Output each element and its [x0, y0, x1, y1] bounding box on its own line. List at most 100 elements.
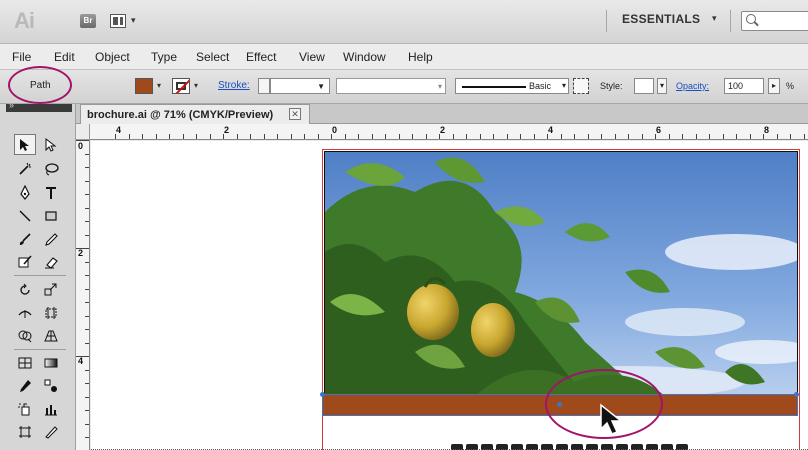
menu-type[interactable]: Type	[151, 50, 177, 64]
free-transform-icon[interactable]	[40, 302, 62, 323]
search-help-input[interactable]	[741, 11, 808, 31]
arrange-documents-icon[interactable]	[110, 14, 126, 28]
menu-help[interactable]: Help	[408, 50, 433, 64]
blob-brush-icon[interactable]	[14, 251, 36, 272]
ruler-tick	[85, 383, 89, 384]
lasso-icon[interactable]	[40, 158, 62, 179]
brush-libraries-icon[interactable]	[573, 78, 589, 94]
ruler-tick	[290, 134, 292, 139]
chevron-down-icon[interactable]: ▾	[131, 15, 136, 26]
direct-selection-icon[interactable]	[40, 134, 62, 155]
mesh-icon[interactable]	[14, 352, 36, 373]
illustrator-window: Ai Br ▾ ESSENTIALS ▾ File Edit Object Ty…	[0, 0, 808, 450]
opacity-input[interactable]: 100	[724, 78, 764, 94]
menu-window[interactable]: Window	[343, 50, 386, 64]
ruler-tick	[85, 207, 89, 209]
ruler-tick	[385, 134, 386, 139]
chevron-down-icon[interactable]: ▾	[712, 13, 717, 24]
tools-panel-header[interactable]	[6, 100, 72, 112]
go-to-bridge-button[interactable]: Br	[80, 14, 96, 28]
horizontal-ruler[interactable]: 4 2 0 2 4 6 8	[90, 124, 808, 140]
ruler-tick	[425, 134, 427, 139]
ruler-tick	[85, 423, 89, 425]
ruler-origin[interactable]	[76, 124, 90, 140]
ruler-tick	[85, 302, 89, 303]
menu-select[interactable]: Select	[196, 50, 229, 64]
variable-width-profile-select[interactable]: ▾	[336, 78, 446, 94]
ruler-tick	[371, 134, 373, 139]
close-icon[interactable]: ✕	[289, 108, 301, 120]
fill-color-swatch[interactable]	[135, 78, 153, 94]
ruler-tick	[601, 134, 602, 139]
brush-stroke-preview	[462, 86, 526, 88]
ruler-tick	[776, 134, 778, 139]
scale-icon[interactable]	[40, 279, 62, 300]
chevron-down-icon[interactable]: ▾	[157, 81, 161, 90]
gradient-icon[interactable]	[40, 352, 62, 373]
stroke-none-swatch[interactable]	[172, 78, 190, 94]
line-segment-icon[interactable]	[14, 205, 36, 226]
ruler-tick	[85, 369, 89, 371]
ruler-tick	[85, 261, 89, 263]
perspective-grid-icon[interactable]	[40, 325, 62, 346]
ruler-tick	[85, 437, 89, 438]
blend-icon[interactable]	[40, 375, 62, 396]
eyedropper-icon[interactable]	[14, 375, 36, 396]
ruler-tick	[85, 180, 89, 182]
stroke-weight-stepper[interactable]	[258, 78, 270, 94]
opacity-panel-link[interactable]: Opacity:	[676, 81, 709, 91]
menu-object[interactable]: Object	[95, 50, 130, 64]
artboard-canvas[interactable]	[91, 141, 808, 450]
menu-effect[interactable]: Effect	[246, 50, 276, 64]
ruler-label: 0	[332, 125, 338, 135]
ruler-label: 2	[78, 248, 84, 258]
rectangle-icon[interactable]	[40, 205, 62, 226]
lemon-tree-photo[interactable]	[324, 151, 798, 395]
rotate-icon[interactable]	[14, 279, 36, 300]
brush-definition-select[interactable]: Basic ▾	[455, 78, 569, 94]
slice-icon[interactable]	[40, 421, 62, 442]
application-bar: Ai Br ▾ ESSENTIALS ▾	[0, 0, 808, 44]
stroke-panel-link[interactable]: Stroke:	[218, 80, 250, 91]
graphic-style-swatch[interactable]	[634, 78, 654, 94]
column-graph-icon[interactable]	[40, 398, 62, 419]
chevron-down-icon[interactable]: ▾	[657, 78, 667, 94]
symbol-sprayer-icon[interactable]	[14, 398, 36, 419]
chevron-down-icon[interactable]: ▼	[317, 82, 325, 91]
chevron-down-icon[interactable]: ▾	[194, 81, 198, 90]
menu-file[interactable]: File	[12, 50, 31, 64]
width-tool-icon[interactable]	[14, 302, 36, 323]
anchor-point[interactable]	[320, 392, 325, 397]
pencil-icon[interactable]	[40, 228, 62, 249]
anchor-point[interactable]	[794, 392, 799, 397]
shape-builder-icon[interactable]	[14, 325, 36, 346]
eraser-icon[interactable]	[40, 251, 62, 272]
ruler-tick	[85, 234, 89, 236]
divider	[14, 349, 66, 350]
magic-wand-icon[interactable]	[14, 158, 36, 179]
ruler-tick	[560, 134, 562, 139]
ruler-tick	[749, 134, 751, 139]
chevron-down-icon[interactable]: ▾	[438, 82, 442, 91]
ruler-tick	[85, 275, 89, 276]
pen-icon[interactable]	[14, 182, 36, 203]
brush-name: Basic	[529, 81, 552, 91]
menu-edit[interactable]: Edit	[54, 50, 75, 64]
paintbrush-icon[interactable]	[14, 228, 36, 249]
ruler-tick	[682, 134, 683, 139]
vertical-ruler[interactable]: 0 2 4	[76, 140, 90, 450]
ruler-tick	[196, 134, 197, 139]
type-icon[interactable]	[40, 182, 62, 203]
stroke-weight-input[interactable]: ▼	[270, 78, 330, 94]
artboard-icon[interactable]	[14, 421, 36, 442]
ruler-tick	[209, 134, 211, 139]
selection-arrow-icon[interactable]	[14, 134, 36, 155]
chevron-right-icon[interactable]: ▸	[768, 78, 780, 94]
document-tab[interactable]: brochure.ai @ 71% (CMYK/Preview) ✕	[80, 104, 310, 124]
menu-view[interactable]: View	[299, 50, 325, 64]
divider	[14, 275, 66, 276]
ruler-tick	[76, 356, 89, 357]
workspace-switcher[interactable]: ESSENTIALS	[622, 12, 700, 26]
ruler-tick	[668, 134, 670, 139]
chevron-down-icon[interactable]: ▾	[562, 81, 566, 90]
